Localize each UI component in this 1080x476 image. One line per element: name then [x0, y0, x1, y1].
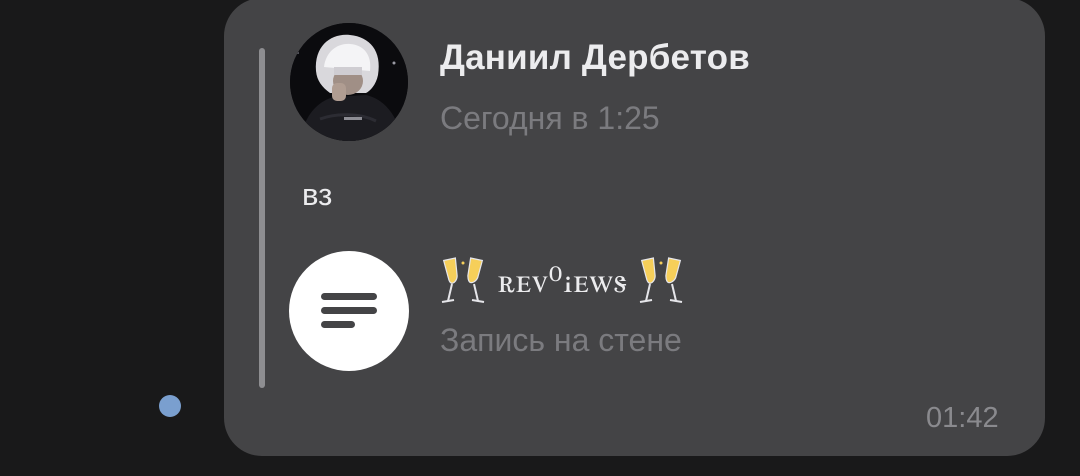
attachment-title-text: ꭱꭼꮩ⁰ꭵꭼꮃꮥ	[498, 261, 628, 301]
wall-post-icon[interactable]	[289, 251, 409, 371]
champagne-glasses-icon	[639, 257, 682, 303]
attachment-subtitle: Запись на стене	[440, 322, 682, 358]
author-name[interactable]: Даниил Дербетов	[440, 38, 750, 78]
repost-quote-bar	[259, 48, 265, 388]
avatar-photo	[290, 23, 408, 141]
chat-screen: Даниил Дербетов Сегодня в 1:25 вз ꭱꭼꮩ⁰ꭵꭼ…	[0, 0, 1080, 476]
unread-indicator-dot	[159, 395, 181, 417]
champagne-glasses-icon	[441, 257, 485, 303]
wall-post-lines-icon	[321, 293, 377, 328]
post-text: вз	[302, 177, 333, 212]
message-time: 01:42	[926, 402, 999, 434]
attachment-title[interactable]: ꭱꭼꮩ⁰ꭵꭼꮃꮥ	[440, 253, 686, 309]
post-date: Сегодня в 1:25	[440, 100, 660, 136]
author-avatar[interactable]	[290, 23, 408, 141]
